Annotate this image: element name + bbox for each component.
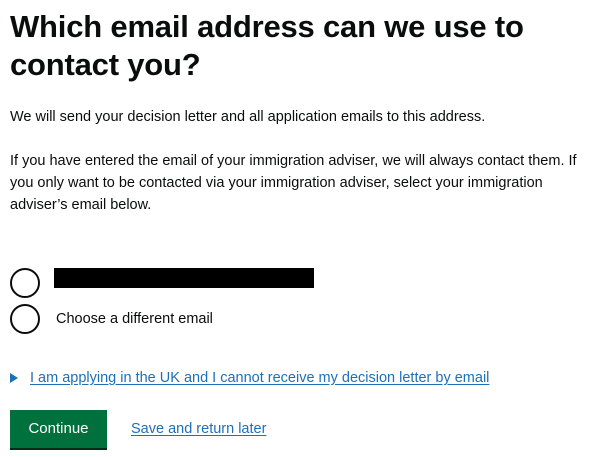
radio-option-different-email[interactable]: Choose a different email: [10, 304, 213, 334]
expand-triangle-icon[interactable]: [10, 373, 18, 383]
adviser-paragraph: If you have entered the email of your im…: [10, 153, 577, 213]
radio-label-different-email[interactable]: Choose a different email: [56, 309, 213, 329]
details-cannot-receive-email[interactable]: I am applying in the UK and I cannot rec…: [10, 368, 489, 388]
save-and-return-later-link[interactable]: Save and return later: [131, 419, 266, 439]
radio-button-different-email[interactable]: [10, 304, 40, 334]
page-title: Which email address can we use to contac…: [10, 9, 524, 82]
email-contact-page: Which email address can we use to contac…: [0, 0, 597, 457]
intro-paragraph: We will send your decision letter and al…: [10, 109, 486, 125]
radio-button-existing-email[interactable]: [10, 268, 40, 298]
continue-button[interactable]: Continue: [10, 410, 107, 448]
redacted-email-address: [54, 268, 314, 288]
details-summary-link[interactable]: I am applying in the UK and I cannot rec…: [30, 368, 489, 388]
radio-option-existing-email[interactable]: [10, 268, 314, 298]
